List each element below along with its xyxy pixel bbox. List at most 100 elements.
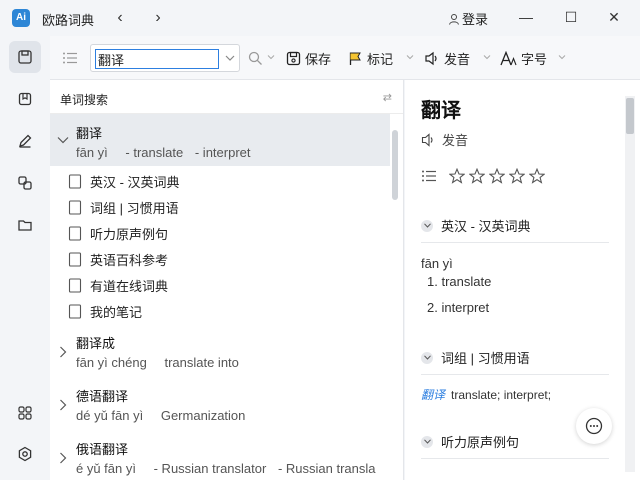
nav-notes-button[interactable]: [9, 125, 41, 157]
chevron-right-icon[interactable]: [57, 452, 69, 464]
headword: 翻译: [421, 100, 461, 122]
mark-button[interactable]: 标记: [348, 48, 393, 68]
entry-word: 德语翻译: [76, 389, 129, 404]
collapse-icon: [421, 435, 433, 448]
entry-def: - Russian translator: [153, 461, 267, 476]
dictionary-source-item[interactable]: 英汉 - 汉英词典: [68, 168, 388, 194]
entry-pinyin: fān yì: [76, 145, 108, 160]
list-scrollbar-thumb[interactable]: [392, 130, 398, 200]
dictionary-source-label: 我的笔记: [90, 304, 143, 320]
list-icon[interactable]: [421, 169, 437, 183]
gear-icon: [18, 446, 32, 462]
speak-options-caret-icon[interactable]: [483, 53, 491, 61]
search-input[interactable]: [95, 49, 219, 69]
translate-icon: [18, 176, 32, 190]
list-icon: [63, 52, 77, 64]
divider: [421, 374, 609, 375]
entry-def: - translate: [125, 145, 184, 160]
entry-def: - Russian transla: [277, 461, 376, 476]
section-title: 英汉 - 汉英词典: [441, 219, 531, 234]
word-search-header: 单词搜索 ⇄: [50, 80, 403, 114]
dictionary-source-item[interactable]: 听力原声例句: [68, 220, 388, 246]
definition-item: 2. interpret: [427, 300, 490, 315]
search-options-caret-icon[interactable]: [267, 53, 275, 61]
mark-options-caret-icon[interactable]: [406, 53, 414, 61]
back-button[interactable]: ‹: [110, 8, 130, 28]
close-button[interactable]: ✕: [600, 6, 628, 28]
user-icon: [449, 14, 459, 25]
star-icon[interactable]: [469, 168, 485, 184]
pronounce-label: 发音: [442, 133, 469, 148]
nav-apps-button[interactable]: [9, 397, 41, 429]
dictionary-source-item[interactable]: 有道在线词典: [68, 272, 388, 298]
font-size-caret-icon[interactable]: [558, 53, 566, 61]
swap-icon[interactable]: ⇄: [383, 91, 392, 104]
forward-button[interactable]: ›: [148, 8, 168, 28]
list-item[interactable]: 翻译成 fān yì chéng translate into: [50, 326, 390, 378]
phrase-word-link[interactable]: 翻译: [421, 388, 445, 402]
font-size-label: 字号: [521, 51, 548, 67]
collapse-icon: [421, 351, 433, 364]
nav-translate-button[interactable]: [9, 167, 41, 199]
maximize-button[interactable]: ☐: [557, 6, 585, 28]
rating-row: [421, 168, 549, 184]
list-item[interactable]: 德语翻译 dé yǔ fān yì Germanization: [50, 379, 390, 431]
app-title: 欧路词典: [42, 13, 95, 28]
definition-scrollbar-thumb[interactable]: [626, 98, 634, 134]
entry-def: translate into: [164, 355, 239, 370]
login-label: 登录: [462, 12, 489, 27]
entry-meaning: fān yì - translate - interpret: [76, 145, 265, 160]
section-title: 听力原声例句: [441, 435, 520, 450]
dictionary-source-label: 听力原声例句: [90, 226, 169, 242]
list-item-selected[interactable]: 翻译 fān yì - translate - interpret: [50, 114, 390, 166]
nav-folder-button[interactable]: [9, 209, 41, 241]
search-history-dropdown[interactable]: [223, 51, 237, 65]
nav-settings-button[interactable]: [9, 438, 41, 470]
chevron-down-icon[interactable]: [57, 134, 69, 146]
speak-button[interactable]: 发音: [424, 48, 470, 68]
nav-dictionary-button[interactable]: [9, 41, 41, 73]
chevron-down-icon: [225, 55, 235, 61]
folder-icon: [18, 220, 32, 231]
minimize-button[interactable]: —: [512, 6, 540, 28]
list-item[interactable]: 俄语翻译 é yǔ fān yì - Russian translator - …: [50, 432, 390, 480]
dictionary-source-label: 词组 | 习惯用语: [90, 200, 179, 216]
section-header-phrases[interactable]: 词组 | 习惯用语: [421, 348, 611, 367]
save-disk-icon: [286, 51, 301, 65]
definition-pinyin: fān yì: [421, 256, 453, 271]
entry-meaning: fān yì chéng translate into: [76, 355, 253, 370]
login-button[interactable]: 登录: [448, 9, 488, 28]
star-icon[interactable]: [449, 168, 465, 184]
chevron-right-icon[interactable]: [57, 346, 69, 358]
phrase-line: 翻译 translate; interpret;: [421, 386, 551, 403]
dictionary-source-item[interactable]: 英语百科参考: [68, 246, 388, 272]
divider: [421, 242, 609, 243]
pronounce-button[interactable]: 发音: [421, 130, 468, 149]
chevron-right-icon[interactable]: [57, 399, 69, 411]
apps-grid-icon: [18, 406, 32, 420]
word-list-toggle-button[interactable]: [60, 48, 80, 68]
star-icon[interactable]: [509, 168, 525, 184]
save-label: 保存: [305, 51, 332, 67]
divider: [421, 458, 609, 459]
page-icon: [68, 173, 82, 189]
toolbar: 保存 标记 发音 字号: [50, 36, 640, 80]
dictionary-source-label: 英汉 - 汉英词典: [90, 174, 180, 190]
dictionary-source-item[interactable]: 词组 | 习惯用语: [68, 194, 388, 220]
book-icon: [18, 92, 32, 106]
mark-label: 标记: [367, 51, 394, 67]
star-icon[interactable]: [529, 168, 545, 184]
chat-assistant-button[interactable]: [576, 408, 612, 444]
definition-scrollbar-track[interactable]: [625, 96, 635, 472]
page-icon: [68, 251, 82, 267]
flag-icon: [349, 52, 361, 65]
nav-book-button[interactable]: [9, 83, 41, 115]
save-button[interactable]: 保存: [286, 48, 331, 68]
entry-pinyin: fān yì chéng: [76, 355, 147, 370]
search-button[interactable]: [248, 48, 267, 68]
section-header-dictionary[interactable]: 英汉 - 汉英词典: [421, 216, 611, 235]
app-logo-icon: Ai: [12, 9, 30, 27]
font-size-button[interactable]: 字号: [500, 48, 547, 68]
dictionary-source-item[interactable]: 我的笔记: [68, 298, 388, 324]
star-icon[interactable]: [489, 168, 505, 184]
